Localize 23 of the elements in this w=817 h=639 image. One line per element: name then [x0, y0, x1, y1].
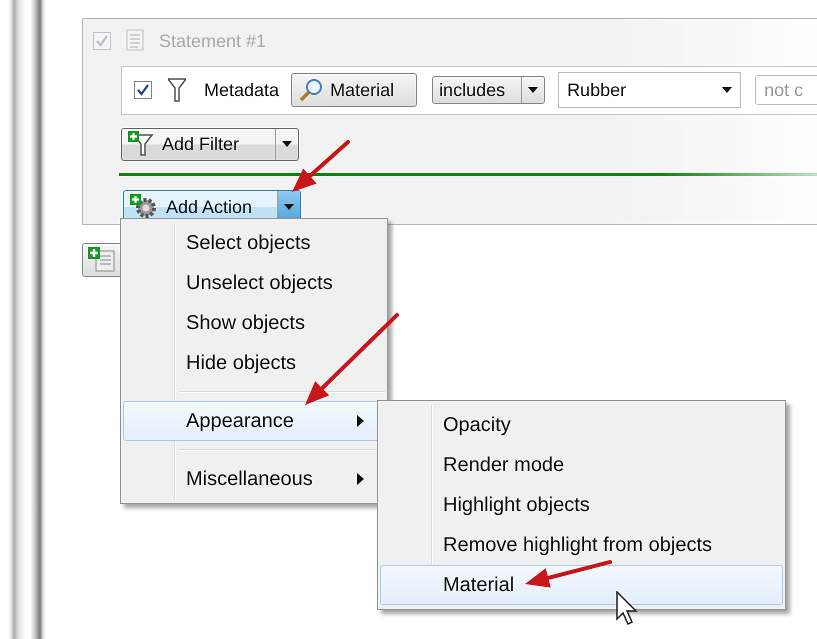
caret-icon — [284, 204, 294, 210]
add-statement-button[interactable] — [82, 243, 122, 277]
filter-label: Metadata — [204, 80, 280, 101]
checkbox[interactable] — [134, 81, 152, 100]
menu-item[interactable]: Unselect objects — [123, 263, 385, 303]
operator-dropdown[interactable]: includes — [432, 76, 546, 104]
caret-icon — [282, 141, 292, 148]
caret-icon — [528, 87, 538, 94]
statement-title: Statement #1 — [159, 30, 266, 52]
cursor-icon — [616, 591, 638, 627]
menu-item[interactable]: Select objects — [123, 223, 385, 263]
menu-item[interactable]: Show objects — [123, 303, 385, 343]
menu-item[interactable]: Remove highlight from objects — [380, 525, 783, 565]
funnel-icon — [168, 78, 186, 102]
menu-item[interactable]: Hide objects — [123, 343, 385, 383]
property-button[interactable]: Material — [291, 73, 418, 108]
search-icon — [298, 77, 324, 104]
add-filter-icon — [128, 131, 154, 158]
caret-icon — [722, 87, 732, 94]
add-filter-button[interactable]: Add Filter — [121, 128, 299, 162]
value-dropdown[interactable]: Rubber — [558, 72, 742, 108]
menu-item[interactable]: Material — [380, 565, 783, 605]
add-statement-icon — [88, 247, 116, 273]
